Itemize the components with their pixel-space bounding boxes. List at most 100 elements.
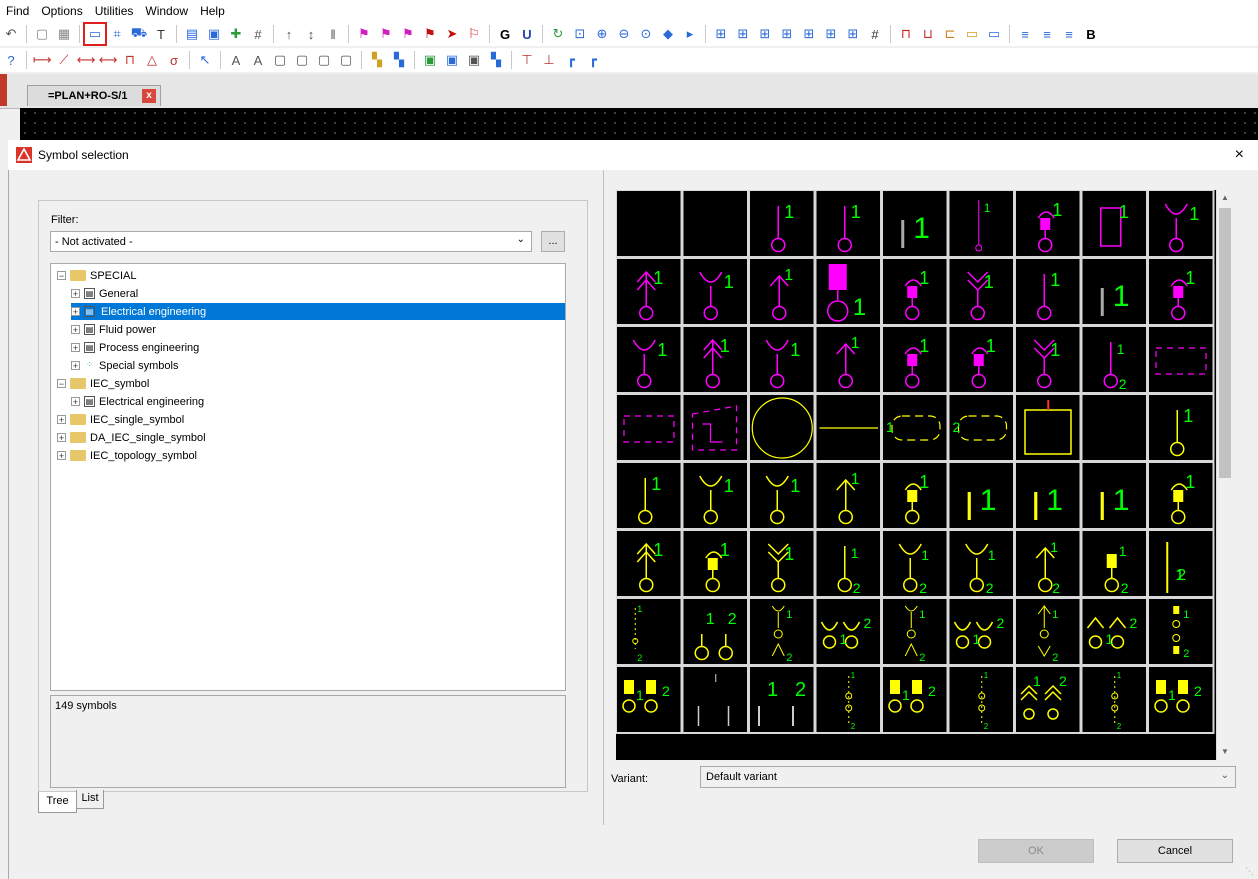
rect-a-icon[interactable]: ▢ [272,52,288,68]
menu-find[interactable]: Find [0,4,35,18]
symbol-cell[interactable]: 1 [881,190,949,258]
resize-grip-icon[interactable]: ⋱ [1245,866,1254,877]
collapse-icon[interactable]: − [57,379,66,389]
grid-d-icon[interactable]: ⊞ [779,26,795,42]
forward-icon[interactable]: ▸ [682,26,698,42]
grid-c-icon[interactable]: ⊞ [757,26,773,42]
symbol-cell[interactable]: 12 [1014,665,1082,734]
scroll-up-icon[interactable]: ▲ [1217,190,1233,206]
navigator-icon[interactable]: ▤ [184,26,200,42]
corner-icon[interactable]: ┏ [563,52,579,68]
refresh-icon[interactable]: ↻ [550,26,566,42]
grid-g-icon[interactable]: ⊞ [845,26,861,42]
symbol-cell[interactable]: 1 [881,393,949,462]
symbol-cell[interactable]: 1 [1080,257,1148,326]
window-icon[interactable]: ▣ [206,26,222,42]
symbol-cell[interactable]: 1 [748,461,816,530]
layer-f-icon[interactable]: ▚ [488,52,504,68]
zoom-in-icon[interactable]: ⊕ [594,26,610,42]
symbol-cell[interactable]: 12 [947,665,1015,734]
cross2-icon[interactable]: ⊥ [541,52,557,68]
flag-magenta-icon[interactable]: ⚑ [356,26,372,42]
menu-options[interactable]: Options [35,4,88,18]
text-icon[interactable]: T [153,26,169,42]
symbol-cell[interactable]: 1 [681,325,749,394]
symbol-cell[interactable]: 1 [947,325,1015,394]
zoom-out-icon[interactable]: ⊖ [616,26,632,42]
tab-list[interactable]: List [76,790,104,809]
tree-node[interactable]: + ⁘ Special symbols [71,357,178,374]
symbol-cell[interactable] [681,665,749,734]
flag-red-icon[interactable]: ⚑ [422,26,438,42]
symbol-cell[interactable]: 12 [881,529,949,598]
symbol-cell[interactable]: 12 [1147,529,1215,598]
tree-node[interactable]: − IEC_symbol [57,375,149,392]
expand-icon[interactable]: + [71,397,80,407]
symbol-cell[interactable]: 12 [1014,597,1082,666]
expand-icon[interactable]: + [71,307,80,317]
zoom-window-icon[interactable]: ⊡ [572,26,588,42]
symbol-cell[interactable]: 12 [1147,597,1215,666]
collapse-icon[interactable]: − [57,271,66,281]
symbol-cell[interactable]: 12 [1080,529,1148,598]
symbol-cell[interactable]: 1 [1014,190,1082,258]
symbol-cell[interactable]: 1 [1147,393,1215,462]
tab-tree[interactable]: Tree [38,792,77,813]
menu-utilities[interactable]: Utilities [89,4,140,18]
numbering-icon[interactable]: # [250,26,266,42]
plug-icon[interactable]: ⊏ [942,26,958,42]
symbol-library-tree[interactable]: − SPECIAL + ▤ General + ▤ Electrical engineerin… [50,263,566,691]
expand-icon[interactable]: + [57,433,66,443]
filter-dropdown[interactable]: - Not activated - ⌄ [50,231,532,252]
layer-e-icon[interactable]: ▣ [466,52,482,68]
grid-f-icon[interactable]: ⊞ [823,26,839,42]
pointer-icon[interactable]: ↖ [197,52,213,68]
puzzle-icon[interactable]: ✚ [228,26,244,42]
symbol-cell[interactable]: 1 [1147,190,1215,258]
symbol-cell[interactable]: 1 [616,257,683,326]
format-a-icon[interactable]: ≡ [1017,26,1033,42]
number-sort-icon[interactable]: ↕ [303,26,319,42]
symbol-cell[interactable] [616,393,683,462]
symbol-cell[interactable]: 1 [1147,257,1215,326]
text-b-icon[interactable]: A [250,52,266,68]
dim2-icon[interactable]: ⟷ [99,52,118,68]
symbol-cell[interactable]: 1 [947,461,1015,530]
tree-node[interactable]: + ▤ Fluid power [71,321,156,338]
symbol-cell[interactable]: 1 [881,461,949,530]
box-icon[interactable]: ▭ [986,26,1002,42]
symbol-cell[interactable]: 1 [1147,461,1215,530]
symbol-cell[interactable]: 1 [616,529,683,598]
symbol-cell[interactable] [814,393,882,462]
cart-icon[interactable]: ⛟ [131,25,147,42]
expand-icon[interactable]: + [57,451,66,461]
symbol-cell[interactable]: 1 [681,461,749,530]
symbol-preview-grid[interactable]: 1 1 11 1 1 11 1 111 1 1 111 1 1 1 1 1 1 121 211 1 1 1 11 1 111 1 1… [616,190,1216,760]
cross-icon[interactable]: ⊤ [519,52,535,68]
symbol-cell[interactable]: 12 [881,597,949,666]
tree-node[interactable]: + ▤ General [71,285,138,302]
expand-icon[interactable]: + [71,289,80,299]
help-icon[interactable]: ? [3,52,19,68]
undo-icon[interactable]: ↶ [3,26,19,42]
symbol-cell[interactable]: 12 [881,665,949,734]
symbol-cell[interactable]: 1 [814,257,882,326]
symbol-cell[interactable] [1147,325,1215,394]
grid-b-icon[interactable]: ⊞ [735,26,751,42]
symbol-cell[interactable]: 1 [748,190,816,258]
zoom-fit-icon[interactable]: ⊙ [638,26,654,42]
symbol-cell[interactable]: 12 [947,529,1015,598]
line-icon[interactable]: ⟼ [33,52,52,68]
close-tab-icon[interactable]: x [142,89,156,103]
symbol-cell[interactable]: 1 [748,529,816,598]
cancel-button[interactable]: Cancel [1117,839,1233,863]
menu-help[interactable]: Help [194,4,231,18]
symbol-cell[interactable]: 1 [947,257,1015,326]
page-icon[interactable]: ▢ [34,26,50,42]
symbol-cell[interactable] [1014,393,1082,462]
symbol-cell[interactable] [616,190,683,258]
symbol-cell[interactable]: 12 [1147,665,1215,734]
tree-node[interactable]: + IEC_topology_symbol [57,447,197,464]
rect-icon[interactable]: ⊓ [122,52,138,68]
u-icon[interactable]: U [519,26,535,42]
